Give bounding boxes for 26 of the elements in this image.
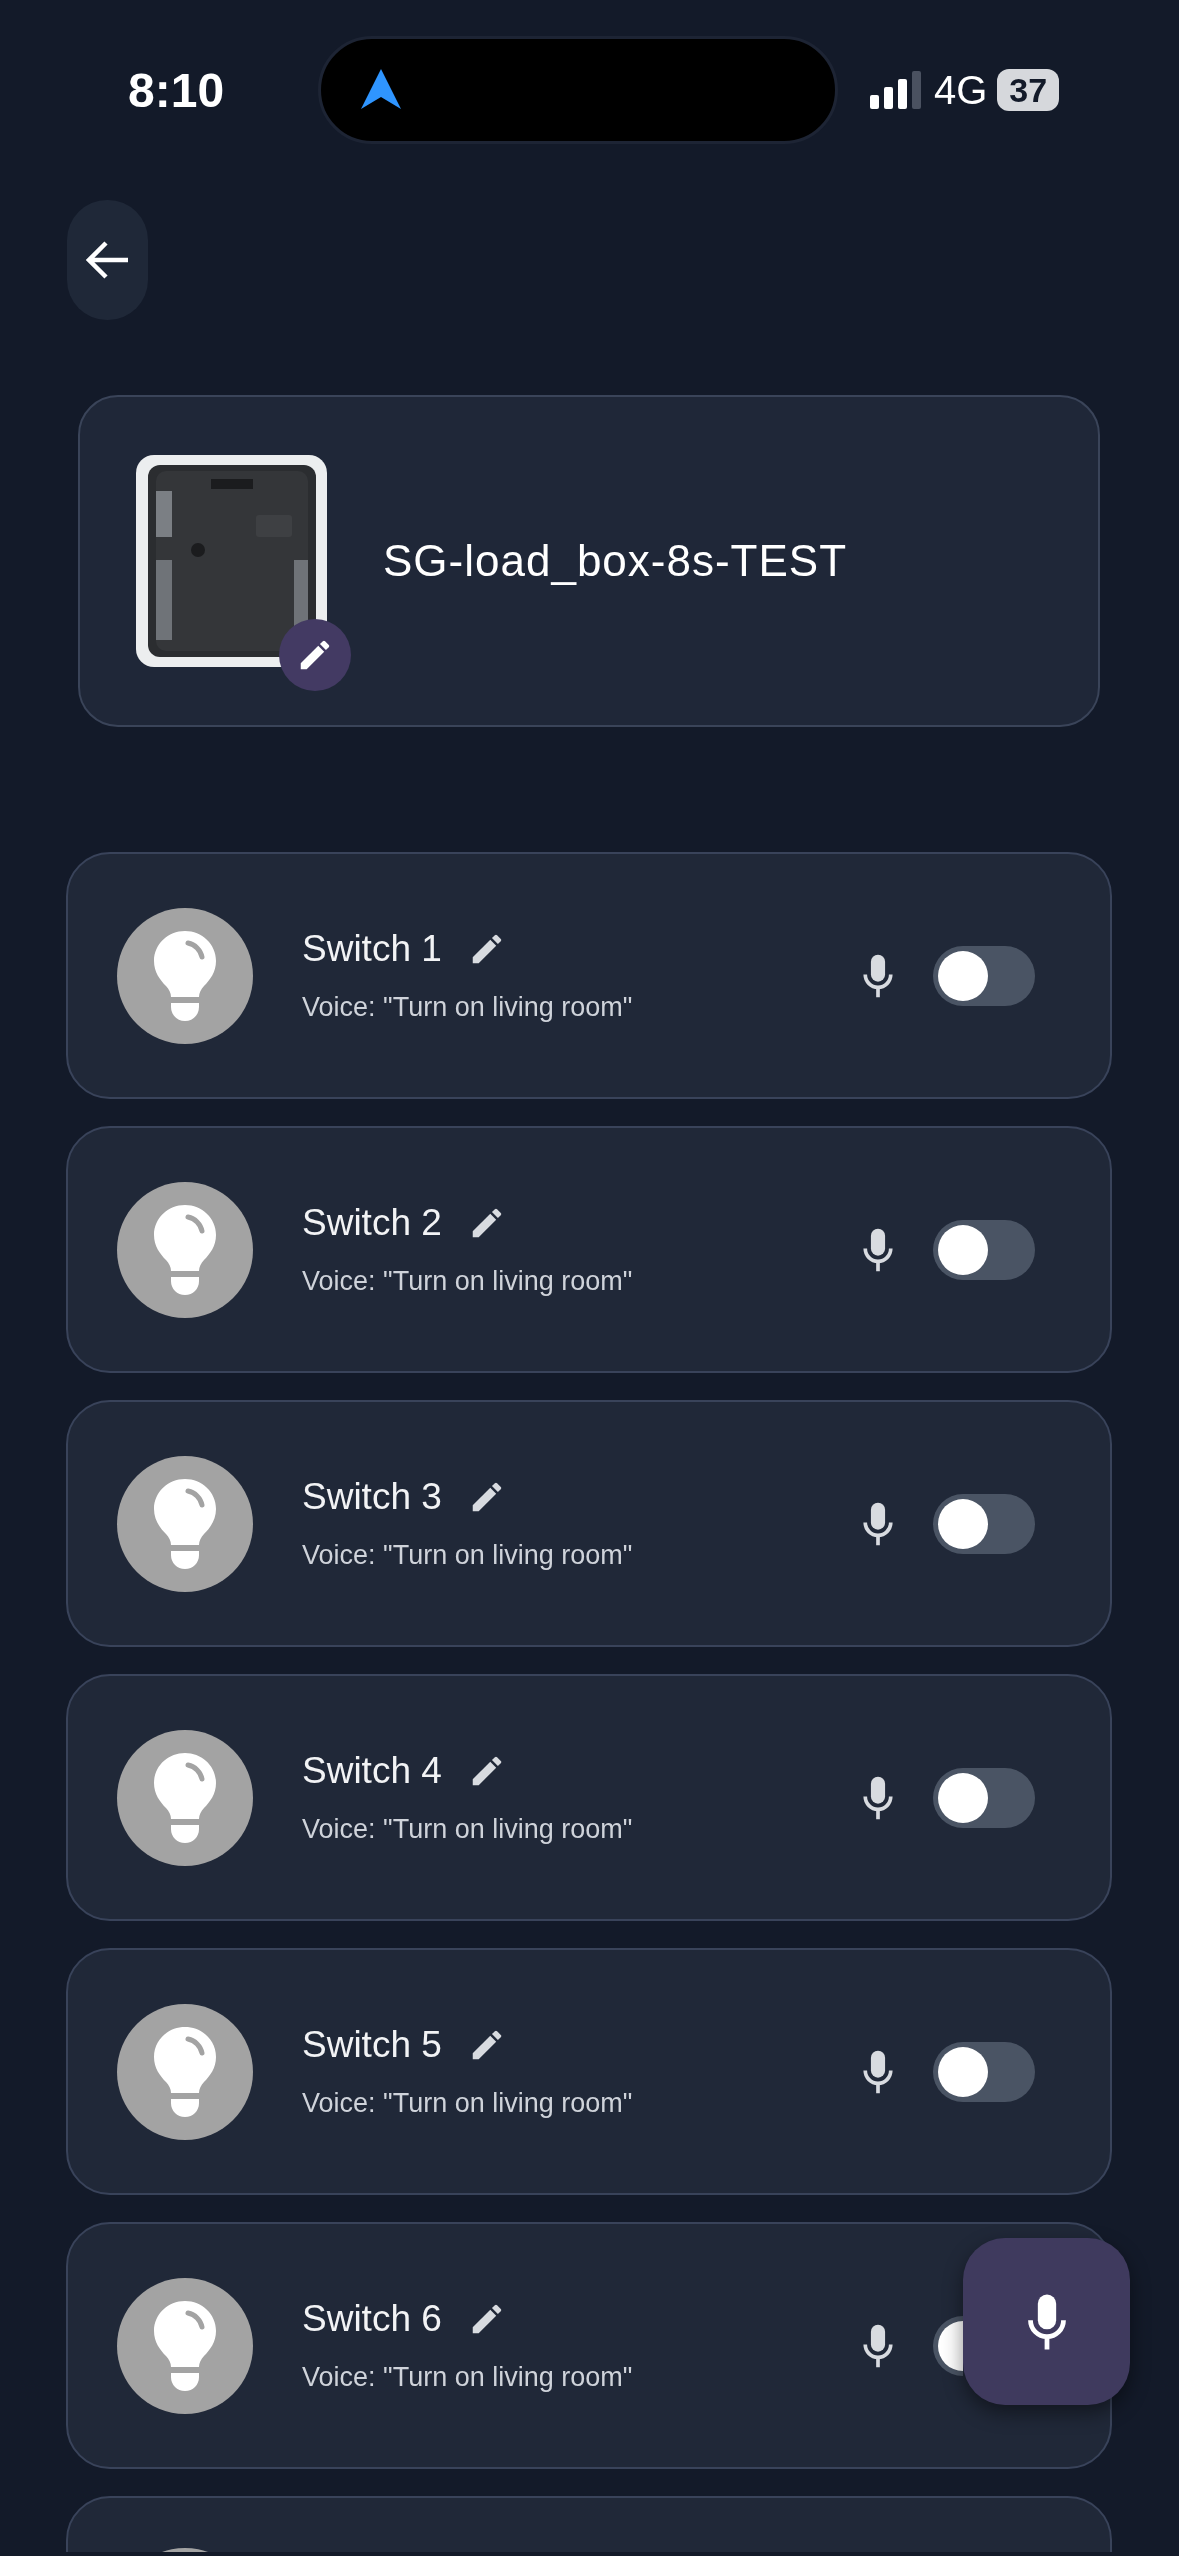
lightbulb-icon: [154, 2026, 216, 2117]
back-arrow-icon: [85, 240, 130, 280]
lightbulb-icon: [154, 1204, 216, 1295]
lightbulb-icon: [154, 2300, 216, 2391]
battery-icon: 37: [997, 69, 1060, 111]
voice-command: Voice: "Turn on living room": [302, 1540, 634, 1571]
device-name: SG-load_box-8s-TEST: [383, 536, 848, 586]
voice-command: Voice: "Turn on living room": [302, 1266, 634, 1297]
switch-name: Switch 5: [302, 2024, 442, 2066]
clock-time: 8:10: [128, 62, 226, 118]
lightbulb-icon: [154, 930, 216, 1021]
voice-command: Voice: "Turn on living room": [302, 2088, 634, 2119]
lightbulb-icon: [154, 1478, 216, 1569]
switch-name: Switch 1: [302, 928, 442, 970]
voice-command-button[interactable]: [963, 2238, 1130, 2405]
voice-command: Voice: "Turn on living room": [302, 1814, 634, 1845]
switch-name: Switch 6: [302, 2298, 442, 2340]
lightbulb-icon: [154, 1752, 216, 1843]
network-label: 4G: [934, 67, 988, 113]
voice-command: Voice: "Turn on living room": [302, 2362, 634, 2393]
location-arrow-icon: [361, 69, 401, 111]
signal-icon: [870, 71, 924, 109]
switch-name: Switch 3: [302, 1476, 442, 1518]
switch-name: Switch 2: [302, 1202, 442, 1244]
voice-command: Voice: "Turn on living room": [302, 992, 634, 1023]
switch-name: Switch 4: [302, 1750, 442, 1792]
